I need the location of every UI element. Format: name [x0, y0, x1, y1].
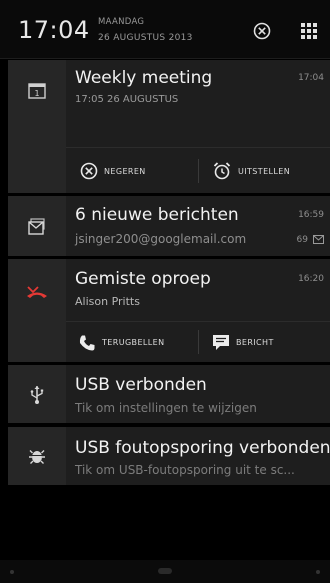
notification-usb[interactable]: USB verbonden Tik om instellingen te wij… — [8, 365, 330, 423]
clock: 17:04 — [18, 16, 90, 44]
message-count: 69 — [296, 235, 308, 245]
notification-title: Gemiste oproep — [75, 269, 211, 289]
clear-all-icon[interactable] — [253, 22, 271, 40]
call-back-label: TERUGBELLEN — [102, 338, 165, 347]
notification-time: 16:59 — [298, 210, 324, 220]
date: 26 AUGUSTUS 2013 — [98, 33, 193, 43]
notification-time: 17:04 — [298, 73, 324, 83]
alarm-clock-icon — [213, 162, 231, 180]
snooze-button[interactable]: UITSTELLEN — [212, 148, 290, 194]
notification-icon-area — [8, 365, 66, 423]
corner-dot-right — [316, 570, 320, 574]
calendar-icon: 1 — [28, 83, 46, 99]
corner-dot-left — [10, 570, 14, 574]
notification-missed-call[interactable]: Gemiste oproep Alison Pritts 16:20 TERUG… — [8, 259, 330, 362]
call-back-button[interactable]: TERUGBELLEN — [78, 322, 164, 363]
notification-time: 16:20 — [298, 274, 324, 284]
notification-icon-area: 1 — [8, 60, 66, 193]
message-label: BERICHT — [236, 338, 274, 347]
snooze-label: UITSTELLEN — [238, 166, 291, 176]
notification-actions: TERUGBELLEN BERICHT — [66, 321, 330, 363]
notification-subtitle: 17:05 26 AUGUSTUS — [75, 94, 179, 105]
missed-call-icon — [27, 286, 47, 298]
notification-subtitle: Tik om instellingen te wijzigen — [75, 401, 257, 415]
notification-icon-area — [8, 196, 66, 256]
notification-title: USB foutopsporing verbonden — [75, 438, 330, 458]
android-debug-icon — [29, 450, 45, 464]
svg-text:1: 1 — [34, 89, 39, 98]
notification-calendar[interactable]: 1 Weekly meeting 17:05 26 AUGUSTUS 17:04… — [8, 60, 330, 193]
notification-actions: NEGEREN UITSTELLEN — [66, 147, 330, 194]
small-mail-icon — [313, 235, 324, 244]
notification-icon-area — [8, 259, 66, 362]
notification-title: 6 nieuwe berichten — [75, 205, 239, 225]
notification-subtitle: Tik om USB-foutopsporing uit te sc... — [75, 463, 295, 477]
notification-subtitle: jsinger200@googlemail.com — [75, 232, 247, 246]
quick-settings-grid-icon[interactable] — [301, 23, 317, 39]
action-divider — [198, 159, 199, 183]
notification-title: USB verbonden — [75, 375, 207, 395]
dismiss-icon — [80, 162, 98, 180]
notification-title: Weekly meeting — [75, 68, 213, 88]
notification-mail[interactable]: 6 nieuwe berichten jsinger200@googlemail… — [8, 196, 330, 256]
action-divider — [198, 330, 199, 354]
weekday: MAANDAG — [98, 17, 145, 27]
phone-icon — [79, 335, 95, 350]
notification-usb-debugging[interactable]: USB foutopsporing verbonden Tik om USB-f… — [8, 427, 330, 485]
status-header: 17:04 MAANDAG 26 AUGUSTUS 2013 — [0, 0, 330, 59]
notification-icon-area — [8, 427, 66, 485]
usb-icon — [30, 386, 44, 404]
dismiss-button[interactable]: NEGEREN — [80, 148, 146, 194]
drag-handle[interactable] — [158, 568, 172, 574]
notification-subtitle: Alison Pritts — [75, 295, 140, 308]
dismiss-label: NEGEREN — [104, 166, 146, 176]
message-icon — [213, 334, 229, 350]
mail-icon — [28, 218, 45, 235]
message-button[interactable]: BERICHT — [212, 322, 274, 363]
